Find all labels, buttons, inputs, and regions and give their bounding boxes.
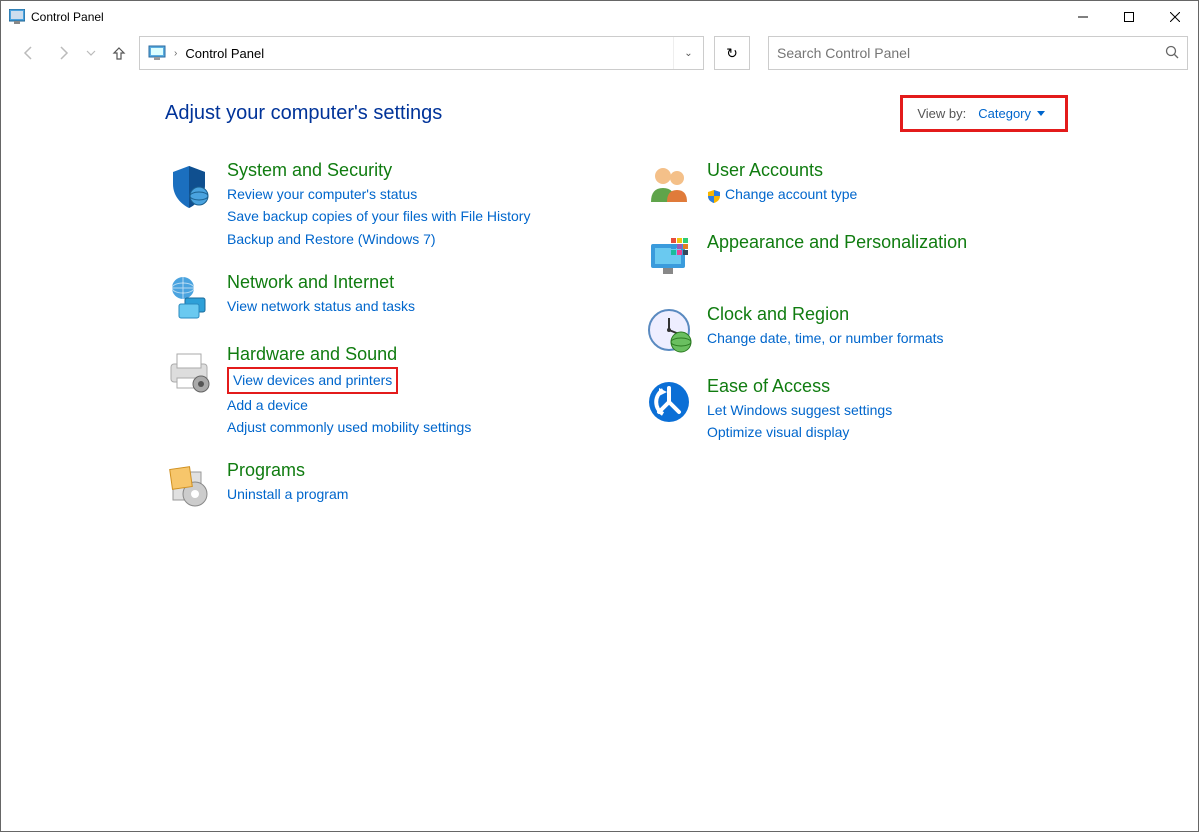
category-link[interactable]: Uninstall a program [227, 483, 348, 505]
category-hardware-sound: Hardware and Sound View devices and prin… [165, 344, 565, 438]
category-title[interactable]: Network and Internet [227, 272, 415, 293]
chevron-right-icon: › [174, 48, 177, 59]
category-link[interactable]: Change date, time, or number formats [707, 327, 944, 349]
users-icon [645, 162, 693, 210]
category-appearance: Appearance and Personalization [645, 232, 1045, 282]
close-button[interactable] [1152, 1, 1198, 33]
category-link[interactable]: Optimize visual display [707, 421, 892, 443]
refresh-button[interactable]: ↻ [714, 36, 750, 70]
category-link[interactable]: Add a device [227, 394, 471, 416]
minimize-button[interactable] [1060, 1, 1106, 33]
category-title[interactable]: System and Security [227, 160, 530, 181]
category-link[interactable]: Save backup copies of your files with Fi… [227, 205, 530, 227]
clock-icon [645, 306, 693, 354]
ease-of-access-icon [645, 378, 693, 426]
category-ease-of-access: Ease of Access Let Windows suggest setti… [645, 376, 1045, 444]
up-button[interactable] [105, 39, 133, 67]
control-panel-icon [9, 9, 25, 25]
category-user-accounts: User Accounts Change account type [645, 160, 1045, 210]
recent-dropdown[interactable] [83, 39, 99, 67]
right-column: User Accounts Change account type Appear… [645, 160, 1045, 510]
category-link[interactable]: View devices and printers [233, 369, 392, 391]
printer-icon [165, 346, 213, 394]
programs-icon [165, 462, 213, 510]
view-by-highlight: View by: Category [900, 95, 1068, 132]
forward-button[interactable] [49, 39, 77, 67]
category-programs: Programs Uninstall a program [165, 460, 565, 510]
category-clock-region: Clock and Region Change date, time, or n… [645, 304, 1045, 354]
category-title[interactable]: Ease of Access [707, 376, 892, 397]
window-title: Control Panel [31, 10, 104, 24]
category-system-security: System and Security Review your computer… [165, 160, 565, 250]
category-title[interactable]: Hardware and Sound [227, 344, 471, 365]
address-row: › Control Panel ⌄ ↻ [1, 33, 1198, 73]
address-dropdown[interactable]: ⌄ [673, 37, 703, 69]
address-bar[interactable]: › Control Panel ⌄ [139, 36, 704, 70]
view-by-dropdown[interactable]: Category [978, 106, 1045, 121]
search-box[interactable] [768, 36, 1188, 70]
highlight-box: View devices and printers [227, 367, 398, 393]
category-title[interactable]: User Accounts [707, 160, 857, 181]
search-icon [1165, 45, 1179, 62]
maximize-button[interactable] [1106, 1, 1152, 33]
category-title[interactable]: Programs [227, 460, 348, 481]
control-panel-icon [148, 44, 166, 62]
appearance-icon [645, 234, 693, 282]
titlebar: Control Panel [1, 1, 1198, 33]
category-link[interactable]: Adjust commonly used mobility settings [227, 416, 471, 438]
uac-shield-icon [707, 187, 721, 201]
category-link[interactable]: Backup and Restore (Windows 7) [227, 228, 530, 250]
category-title[interactable]: Clock and Region [707, 304, 944, 325]
back-button[interactable] [15, 39, 43, 67]
category-network-internet: Network and Internet View network status… [165, 272, 565, 322]
left-column: System and Security Review your computer… [165, 160, 565, 510]
shield-icon [165, 162, 213, 210]
network-icon [165, 274, 213, 322]
page-title: Adjust your computer's settings [165, 102, 442, 125]
search-input[interactable] [777, 45, 1165, 61]
content-area: Adjust your computer's settings View by:… [1, 73, 1198, 510]
category-link[interactable]: Change account type [707, 183, 857, 205]
view-by-label: View by: [917, 106, 966, 121]
category-title[interactable]: Appearance and Personalization [707, 232, 967, 253]
breadcrumb[interactable]: Control Panel [185, 46, 264, 61]
chevron-down-icon [1037, 111, 1045, 116]
category-link[interactable]: Review your computer's status [227, 183, 530, 205]
category-link[interactable]: View network status and tasks [227, 295, 415, 317]
category-link[interactable]: Let Windows suggest settings [707, 399, 892, 421]
